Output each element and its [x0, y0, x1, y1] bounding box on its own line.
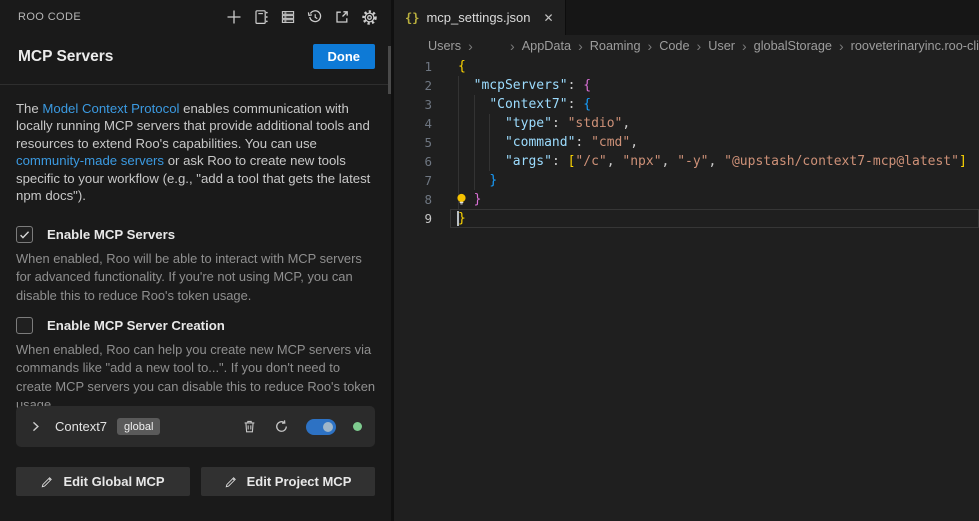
edit-global-mcp-label: Edit Global MCP	[63, 474, 164, 489]
breadcrumb-separator: ›	[697, 38, 702, 54]
editor-pane: {} mcp_settings.json ✕ Users › › AppData › Ro…	[394, 0, 979, 521]
enable-mcp-servers-label: Enable MCP Servers	[47, 227, 175, 242]
enable-mcp-creation-checkbox[interactable]	[16, 317, 33, 334]
json-file-icon: {}	[405, 11, 419, 25]
line-number: 7	[394, 171, 432, 190]
page-title: MCP Servers	[18, 48, 113, 66]
enable-mcp-creation-description: When enabled, Roo can help you create ne…	[16, 341, 378, 414]
breadcrumb-item[interactable]: globalStorage	[754, 39, 832, 53]
text-cursor	[457, 211, 459, 226]
enable-mcp-servers-row: Enable MCP Servers	[16, 226, 175, 243]
page-header: MCP Servers Done	[18, 44, 375, 69]
server-status-dot	[353, 422, 362, 431]
line-number: 9	[394, 209, 432, 228]
expand-chevron-icon[interactable]	[29, 420, 42, 433]
breadcrumb-item[interactable]: Roaming	[590, 39, 641, 53]
header-divider	[0, 84, 391, 85]
pencil-icon	[41, 475, 54, 488]
delete-server-icon[interactable]	[242, 419, 257, 434]
restart-server-icon[interactable]	[274, 419, 289, 434]
model-context-protocol-link[interactable]: Model Context Protocol	[42, 101, 179, 116]
toggle-knob	[323, 422, 333, 432]
code-line[interactable]: 4 "type": "stdio",	[394, 114, 979, 133]
enable-mcp-creation-row: Enable MCP Server Creation	[16, 317, 225, 334]
code-line[interactable]: 9}	[394, 209, 979, 228]
breadcrumb-separator: ›	[648, 38, 653, 54]
roo-code-panel: ROO CODE MCP Servers Done T	[0, 0, 394, 521]
done-button[interactable]: Done	[313, 44, 376, 69]
code-lines: 1{2 "mcpServers": {3 "Context7": {4 "typ…	[394, 57, 979, 228]
breadcrumb: Users › › AppData › Roaming › Code › User › globalS…	[394, 35, 979, 57]
tab-mcp-settings[interactable]: {} mcp_settings.json ✕	[394, 0, 566, 35]
indent-guide	[474, 95, 475, 190]
open-in-editor-icon[interactable]	[334, 9, 350, 25]
code-line[interactable]: 2 "mcpServers": {	[394, 76, 979, 95]
line-number: 5	[394, 133, 432, 152]
server-name: Context7	[55, 419, 107, 434]
extension-title: ROO CODE	[18, 11, 81, 23]
server-row-actions	[242, 419, 362, 435]
indent-guide	[458, 76, 459, 209]
server-scope-badge: global	[117, 418, 160, 435]
line-number: 3	[394, 95, 432, 114]
history-icon[interactable]	[307, 9, 323, 25]
panel-header: ROO CODE	[0, 0, 391, 34]
indent-guide	[489, 114, 490, 171]
tab-close-icon[interactable]: ✕	[544, 11, 554, 25]
code-line[interactable]: 5 "command": "cmd",	[394, 133, 979, 152]
line-number: 2	[394, 76, 432, 95]
server-enabled-toggle[interactable]	[306, 419, 336, 435]
tab-filename: mcp_settings.json	[426, 10, 530, 25]
code-line[interactable]: 7 }	[394, 171, 979, 190]
line-number: 8	[394, 190, 432, 209]
pencil-icon	[225, 475, 238, 488]
breadcrumb-item[interactable]: Users	[428, 39, 461, 53]
mcp-edit-buttons: Edit Global MCP Edit Project MCP	[16, 467, 375, 496]
line-number: 4	[394, 114, 432, 133]
breadcrumb-separator: ›	[510, 38, 515, 54]
code-area[interactable]: 1{2 "mcpServers": {3 "Context7": {4 "typ…	[394, 57, 979, 521]
enable-mcp-creation-label: Enable MCP Server Creation	[47, 318, 225, 333]
community-made-servers-link[interactable]: community-made servers	[16, 153, 164, 168]
settings-icon[interactable]	[361, 9, 378, 26]
intro-text: The Model Context Protocol enables commu…	[16, 100, 382, 204]
breadcrumb-item[interactable]: Code	[659, 39, 689, 53]
intro-pre: The	[16, 101, 42, 116]
breadcrumb-separator: ›	[578, 38, 583, 54]
code-line[interactable]: 8 }	[394, 190, 979, 209]
line-number: 1	[394, 57, 432, 76]
breadcrumb-separator: ›	[742, 38, 747, 54]
breadcrumb-item[interactable]: AppData	[522, 39, 571, 53]
edit-project-mcp-button[interactable]: Edit Project MCP	[201, 467, 375, 496]
lightbulb-icon[interactable]	[455, 193, 468, 212]
code-line[interactable]: 6 "args": ["/c", "npx", "-y", "@upstash/…	[394, 152, 979, 171]
mcp-servers-icon[interactable]	[280, 9, 296, 25]
breadcrumb-separator: ›	[839, 38, 844, 54]
edit-project-mcp-label: Edit Project MCP	[247, 474, 352, 489]
editor-tab-bar: {} mcp_settings.json ✕	[394, 0, 979, 35]
line-number: 6	[394, 152, 432, 171]
breadcrumb-item[interactable]: rooveterinaryinc.roo-cli	[851, 39, 979, 53]
prompts-icon[interactable]	[253, 9, 269, 25]
header-toolbar	[226, 9, 378, 26]
edit-global-mcp-button[interactable]: Edit Global MCP	[16, 467, 190, 496]
enable-mcp-servers-description: When enabled, Roo will be able to intera…	[16, 250, 378, 305]
breadcrumb-item[interactable]: User	[708, 39, 735, 53]
code-line[interactable]: 3 "Context7": {	[394, 95, 979, 114]
breadcrumb-separator: ›	[468, 38, 473, 54]
new-task-icon[interactable]	[226, 9, 242, 25]
server-row-context7: Context7 global	[16, 406, 375, 447]
code-line[interactable]: 1{	[394, 57, 979, 76]
enable-mcp-servers-checkbox[interactable]	[16, 226, 33, 243]
panel-scrollbar[interactable]	[388, 46, 391, 94]
